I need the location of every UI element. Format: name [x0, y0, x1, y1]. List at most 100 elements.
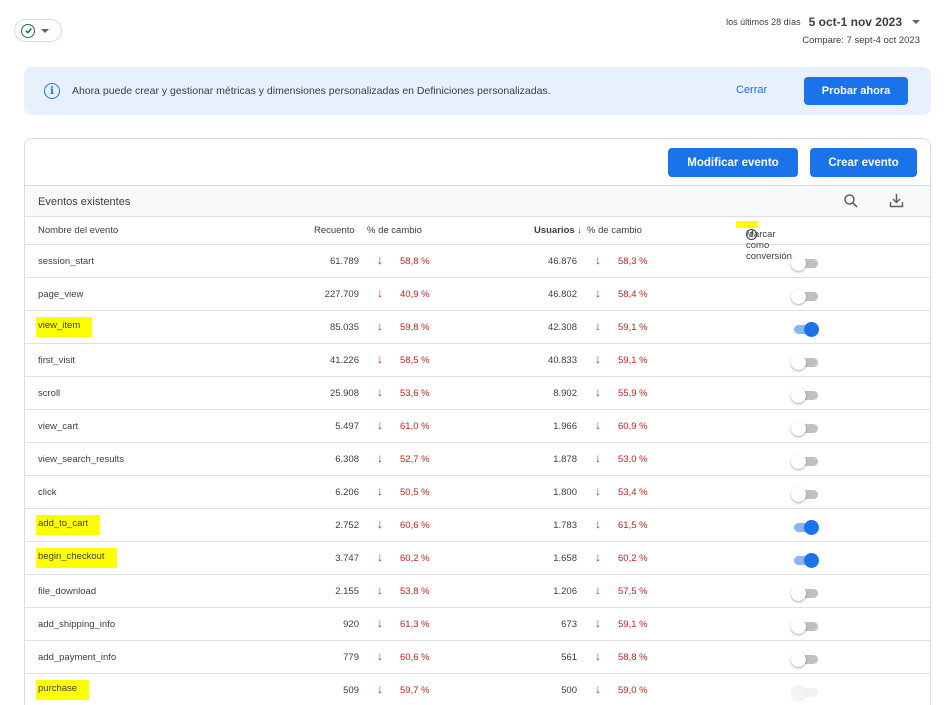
date-range-value[interactable]: 5 oct-1 nov 2023 [809, 15, 902, 29]
search-icon[interactable] [843, 193, 859, 209]
table-row[interactable]: add_payment_info 779 ↓ 60,6 % 561 ↓ 58,8 % [25, 641, 930, 674]
table-row[interactable]: scroll 25.908 ↓ 53,6 % 8.902 ↓ 55,9 % [25, 377, 930, 410]
event-name[interactable]: begin_checkout [36, 548, 117, 568]
arrow-down-icon: ↓ [377, 418, 383, 432]
count-change: 58,8 % [400, 256, 430, 267]
column-header-name[interactable]: Nombre del evento [38, 225, 118, 236]
toggle-thumb [804, 520, 819, 535]
banner-close-button[interactable]: Cerrar [736, 84, 767, 96]
event-name[interactable]: add_shipping_info [38, 619, 115, 630]
table-row[interactable]: first_visit 41.226 ↓ 58,5 % 40.833 ↓ 59,1 % [25, 344, 930, 377]
conversion-toggle[interactable] [791, 553, 819, 568]
event-users: 500 [561, 685, 577, 696]
table-row[interactable]: begin_checkout 3.747 ↓ 60,2 % 1.658 ↓ 60,2 % [25, 542, 930, 575]
event-name[interactable]: scroll [38, 388, 60, 399]
conversion-toggle[interactable] [791, 355, 819, 370]
column-header-count-change[interactable]: % de cambio [367, 225, 422, 236]
table-row[interactable]: click 6.206 ↓ 50,5 % 1.800 ↓ 53,4 % [25, 476, 930, 509]
arrow-down-icon: ↓ [377, 583, 383, 597]
conversion-toggle[interactable] [791, 685, 819, 700]
create-event-button[interactable]: Crear evento [810, 148, 917, 177]
events-card: Modificar evento Crear evento Eventos ex… [24, 138, 931, 705]
table-row[interactable]: session_start 61.789 ↓ 58,8 % 46.876 ↓ 58,3 % [25, 245, 930, 278]
table-row[interactable]: view_cart 5.497 ↓ 61,0 % 1.966 ↓ 60,9 % [25, 410, 930, 443]
users-change: 57,5 % [618, 586, 648, 597]
event-count: 61.789 [329, 256, 359, 267]
arrow-down-icon: ↓ [595, 418, 601, 432]
count-change: 58,5 % [400, 355, 430, 366]
arrow-down-icon: ↓ [595, 517, 601, 531]
conversion-toggle[interactable] [791, 586, 819, 601]
info-banner: i Ahora puede crear y gestionar métricas… [24, 67, 931, 115]
conversion-toggle[interactable] [791, 652, 819, 667]
event-count: 509 [343, 685, 359, 696]
event-name[interactable]: add_to_cart [36, 515, 101, 535]
event-name[interactable]: view_search_results [38, 454, 124, 465]
arrow-down-icon: ↓ [377, 451, 383, 465]
event-count: 2.752 [335, 520, 359, 531]
conversion-toggle[interactable] [791, 322, 819, 337]
event-name[interactable]: page_view [38, 289, 83, 300]
toggle-thumb [791, 487, 806, 502]
count-change: 53,8 % [400, 586, 430, 597]
count-change: 61,3 % [400, 619, 430, 630]
chevron-down-icon[interactable] [912, 20, 920, 24]
conversion-toggle[interactable] [791, 421, 819, 436]
users-change: 58,4 % [618, 289, 648, 300]
users-change: 59,0 % [618, 685, 648, 696]
table-column-headers: Nombre del evento Recuento % de cambio U… [25, 217, 930, 262]
event-users: 46.802 [547, 289, 577, 300]
event-name[interactable]: view_item [36, 317, 93, 337]
users-change: 58,3 % [618, 256, 648, 267]
users-change: 60,2 % [618, 553, 648, 564]
arrow-down-icon: ↓ [595, 550, 601, 564]
status-dropdown[interactable] [14, 19, 62, 42]
table-row[interactable]: page_view 227.709 ↓ 40,9 % 46.802 ↓ 58,4 % [25, 278, 930, 311]
try-now-button[interactable]: Probar ahora [804, 77, 908, 105]
help-icon[interactable]: ? [746, 229, 757, 240]
event-count: 3.747 [335, 553, 359, 564]
download-icon[interactable] [888, 192, 905, 209]
date-range-picker[interactable]: los últimos 28 días 5 oct-1 nov 2023 Com… [726, 15, 920, 46]
users-change: 55,9 % [618, 388, 648, 399]
arrow-down-icon: ↓ [595, 451, 601, 465]
conversion-toggle[interactable] [791, 619, 819, 634]
event-name[interactable]: purchase [36, 680, 90, 700]
event-name[interactable]: click [38, 487, 56, 498]
event-name[interactable]: view_cart [38, 421, 78, 432]
modify-event-button[interactable]: Modificar evento [668, 148, 798, 177]
table-row[interactable]: add_shipping_info 920 ↓ 61,3 % 673 ↓ 59,1 % [25, 608, 930, 641]
event-name[interactable]: file_download [38, 586, 96, 597]
conversion-toggle[interactable] [791, 256, 819, 271]
arrow-down-icon: ↓ [377, 352, 383, 366]
conversion-toggle[interactable] [791, 520, 819, 535]
arrow-down-icon: ↓ [595, 286, 601, 300]
arrow-down-icon: ↓ [595, 484, 601, 498]
conversion-toggle[interactable] [791, 388, 819, 403]
column-header-count[interactable]: Recuento [314, 225, 355, 236]
conversion-toggle[interactable] [791, 454, 819, 469]
arrow-down-icon: ↓ [377, 484, 383, 498]
table-row[interactable]: purchase 509 ↓ 59,7 % 500 ↓ 59,0 % [25, 674, 930, 705]
table-row[interactable]: view_search_results 6.308 ↓ 52,7 % 1.878 ↓ 53,… [25, 443, 930, 476]
table-row[interactable]: view_item 85.035 ↓ 59,8 % 42.308 ↓ 59,1 % [25, 311, 930, 344]
event-name[interactable]: add_payment_info [38, 652, 116, 663]
table-row[interactable]: add_to_cart 2.752 ↓ 60,6 % 1.783 ↓ 61,5 % [25, 509, 930, 542]
toggle-thumb [791, 388, 806, 403]
arrow-down-icon: ↓ [377, 649, 383, 663]
table-row[interactable]: file_download 2.155 ↓ 53,8 % 1.206 ↓ 57,5 % [25, 575, 930, 608]
event-name[interactable]: session_start [38, 256, 94, 267]
event-users: 1.658 [553, 553, 577, 564]
toggle-thumb [791, 586, 806, 601]
count-change: 59,8 % [400, 322, 430, 333]
event-name[interactable]: first_visit [38, 355, 75, 366]
banner-text: Ahora puede crear y gestionar métricas y… [72, 85, 551, 97]
conversion-toggle[interactable] [791, 487, 819, 502]
conversion-toggle[interactable] [791, 289, 819, 304]
event-count: 85.035 [329, 322, 359, 333]
arrow-down-icon: ↓ [595, 352, 601, 366]
column-header-users[interactable]: Usuarios ↓ [534, 225, 582, 236]
event-users: 1.800 [553, 487, 577, 498]
toggle-thumb [791, 685, 806, 700]
column-header-users-change[interactable]: % de cambio [587, 225, 642, 236]
